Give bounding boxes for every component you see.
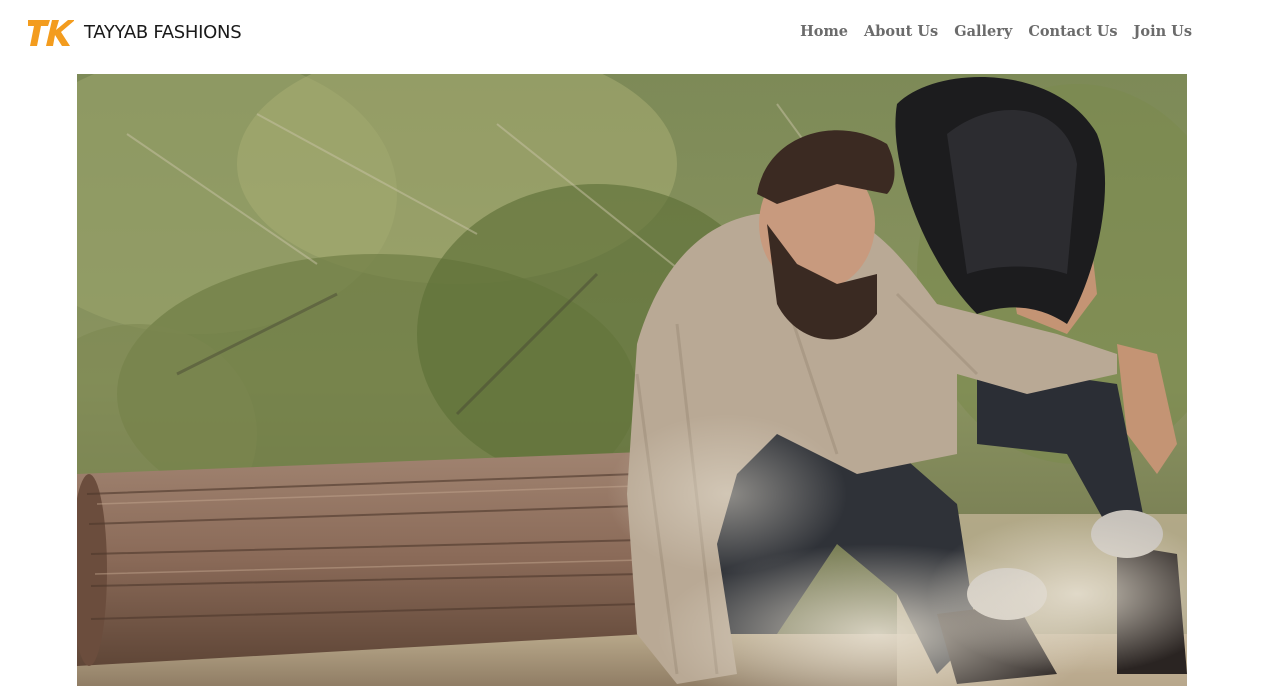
- nav-gallery[interactable]: Gallery: [954, 22, 1012, 42]
- nav-contact-us[interactable]: Contact Us: [1028, 22, 1117, 42]
- main-nav: Home About Us Gallery Contact Us Join Us: [800, 22, 1192, 42]
- nav-about-us[interactable]: About Us: [864, 22, 938, 42]
- page-bottom-edge: [0, 686, 1262, 690]
- nav-join-us[interactable]: Join Us: [1134, 22, 1192, 42]
- hero-image: [77, 74, 1187, 690]
- hero-photo-illustration: [77, 74, 1187, 690]
- brand-logo-link[interactable]: TAYYAB FASHIONS: [28, 18, 242, 48]
- tk-monogram-icon: [28, 20, 74, 46]
- nav-home[interactable]: Home: [800, 22, 848, 42]
- brand-name: TAYYAB FASHIONS: [84, 22, 242, 43]
- site-header: TAYYAB FASHIONS Home About Us Gallery Co…: [0, 0, 1262, 66]
